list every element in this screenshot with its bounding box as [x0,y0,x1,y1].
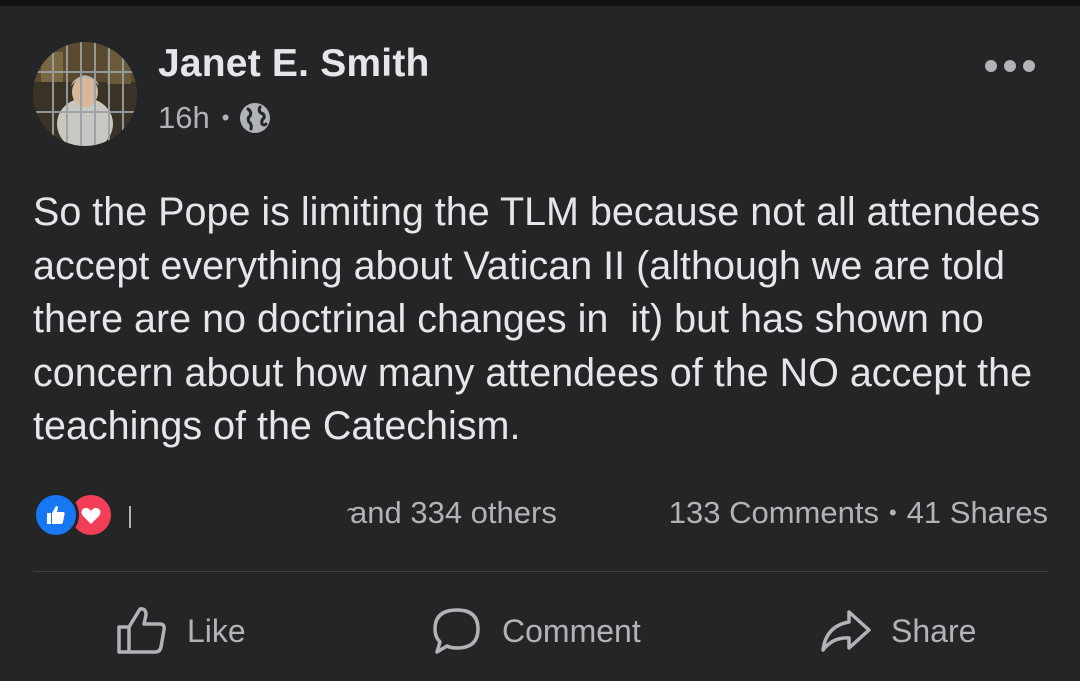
action-bar: Like Comment Share [33,598,1048,664]
avatar-image [33,42,137,146]
like-button[interactable]: Like [115,598,246,664]
comment-button[interactable]: Comment [430,598,641,664]
post-card: Janet E. Smith 16h • So the Pope is limi… [0,6,1080,681]
more-dot [985,60,997,72]
comment-icon [433,608,480,654]
more-options-button[interactable] [985,54,1035,78]
more-dot [1023,60,1035,72]
redacted-edge [129,506,131,528]
reactions-summary[interactable]: and 334 others [350,495,557,531]
share-button[interactable]: Share [819,598,976,664]
like-label: Like [187,612,246,649]
redacted-names [125,494,355,532]
share-label: Share [891,612,977,649]
more-dot [1004,60,1016,72]
thumbs-up-icon [117,607,166,654]
shares-count[interactable]: 41 Shares [907,495,1048,531]
comment-label: Comment [502,612,641,649]
counts-separator: • [888,500,897,525]
post-meta: 16h • [158,100,271,136]
comments-count[interactable]: 133 Comments [669,495,879,531]
post-text: So the Pope is limiting the TLM because … [33,190,1052,448]
like-reaction-icon[interactable] [33,492,79,538]
divider [33,571,1048,572]
post-time[interactable]: 16h [158,100,210,136]
reactions-row: and 334 others 133 Comments • 41 Shares [33,490,1048,538]
engagement-counts: 133 Comments • 41 Shares [669,495,1048,531]
share-icon [821,610,871,652]
avatar[interactable] [33,42,137,146]
globe-icon[interactable] [239,102,271,134]
author-name[interactable]: Janet E. Smith [158,42,430,86]
meta-separator: • [221,105,230,130]
